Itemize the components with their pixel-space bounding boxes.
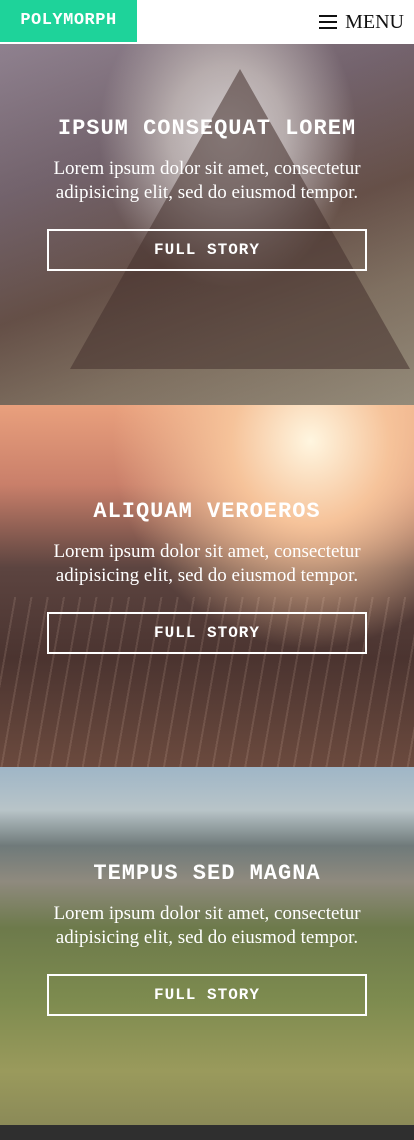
article-title: TEMPUS SED MAGNA [93,861,321,886]
article-content: ALIQUAM VEROEROS Lorem ipsum dolor sit a… [0,499,414,654]
site-footer [0,1125,414,1140]
menu-toggle[interactable]: MENU [319,0,404,44]
site-header: POLYMORPH MENU [0,0,414,44]
hamburger-icon [319,15,338,29]
article-title: IPSUM CONSEQUAT LOREM [57,116,357,141]
article-content: TEMPUS SED MAGNA Lorem ipsum dolor sit a… [0,861,414,1016]
article-text: Lorem ipsum dolor sit amet, consectetur … [53,903,361,948]
full-story-button[interactable]: FULL STORY [47,612,367,654]
article-text: Lorem ipsum dolor sit amet, consectetur … [53,541,361,586]
article-content: IPSUM CONSEQUAT LOREM Lorem ipsum dolor … [0,116,414,271]
site-logo[interactable]: POLYMORPH [0,0,137,42]
article-hero-railyard: ALIQUAM VEROEROS Lorem ipsum dolor sit a… [0,405,414,767]
menu-label: MENU [345,10,404,33]
article-title: ALIQUAM VEROEROS [93,499,321,524]
article-hero-city: TEMPUS SED MAGNA Lorem ipsum dolor sit a… [0,767,414,1125]
article-text: Lorem ipsum dolor sit amet, consectetur … [53,158,361,203]
full-story-button[interactable]: FULL STORY [47,229,367,271]
full-story-button[interactable]: FULL STORY [47,974,367,1016]
article-hero-mountain: IPSUM CONSEQUAT LOREM Lorem ipsum dolor … [0,44,414,405]
